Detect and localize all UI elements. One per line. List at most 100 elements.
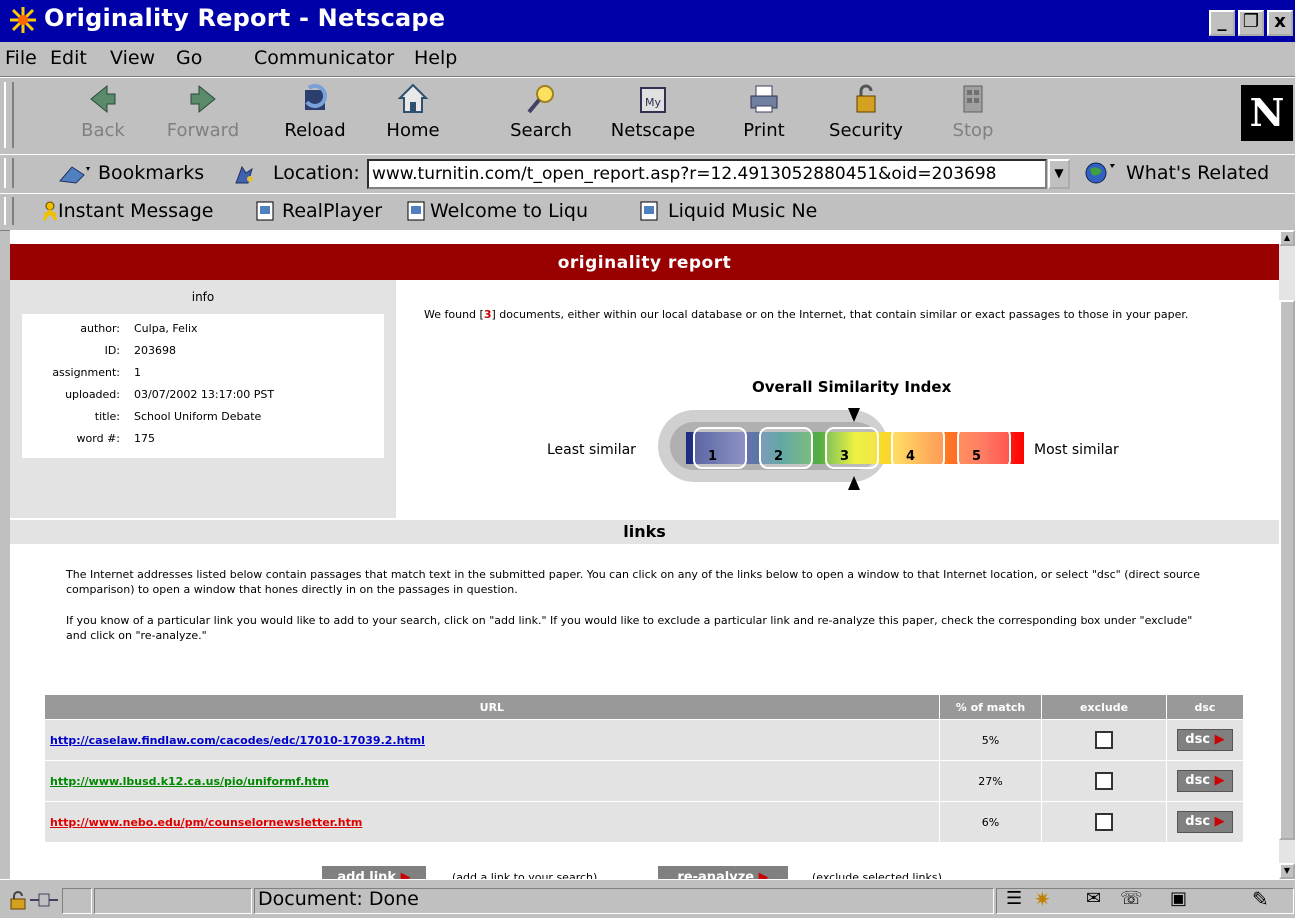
similarity-level-cell — [825, 427, 879, 469]
exclude-checkbox[interactable] — [1095, 772, 1114, 790]
exclude-checkbox[interactable] — [1095, 731, 1114, 749]
info-heading: info — [191, 290, 215, 304]
status-text: Document: Done — [258, 888, 419, 910]
menu-help[interactable]: Help — [414, 47, 457, 69]
location-dropdown-button[interactable]: ▼ — [1048, 159, 1070, 189]
exclude-checkbox[interactable] — [1095, 813, 1114, 831]
similarity-title: Overall Similarity Index — [752, 378, 952, 396]
info-row: word #: 175 — [22, 432, 384, 452]
online-connection-icon[interactable] — [30, 892, 58, 908]
dsc-button[interactable]: dsc ▶ — [1176, 770, 1233, 792]
personal-link-welcome-liquid[interactable]: Welcome to Liqu — [430, 200, 588, 222]
security-lock-icon[interactable] — [8, 890, 28, 910]
report-header: originality report — [10, 244, 1279, 280]
netscape-logo[interactable]: N — [1241, 85, 1293, 141]
reload-label: Reload — [284, 120, 346, 141]
info-row: ID: 203698 — [22, 344, 384, 364]
dsc-button[interactable]: dsc ▶ — [1176, 811, 1233, 833]
info-key: title: — [94, 410, 120, 423]
stop-label: Stop — [952, 120, 994, 141]
security-label: Security — [829, 120, 903, 141]
dsc-button-label: dsc — [1185, 773, 1211, 788]
my-netscape-button[interactable]: My Netscape — [610, 82, 696, 150]
bookmarks-button[interactable]: Bookmarks — [98, 162, 204, 184]
forward-button[interactable]: Forward — [160, 82, 246, 150]
maximize-button[interactable]: ❐ — [1238, 10, 1264, 36]
reload-icon — [305, 84, 327, 110]
info-box: author: Culpa, Felix ID: 203698 assignme… — [22, 314, 384, 458]
edit-pencil-icon[interactable]: ✎ — [1252, 887, 1269, 911]
personal-link-instant-message[interactable]: Instant Message — [58, 200, 213, 222]
back-button[interactable]: Back — [60, 82, 146, 150]
table-row: http://www.nebo.edu/pm/counselornewslett… — [44, 801, 1245, 843]
discussions-icon[interactable]: ☏ — [1120, 888, 1143, 909]
netscape-navigator-icon[interactable]: ✷ — [1034, 887, 1051, 911]
exclude-cell — [1041, 760, 1167, 802]
match-percent: 5% — [938, 719, 1043, 761]
whats-related-button[interactable]: What's Related — [1126, 162, 1269, 184]
source-link[interactable]: http://www.nebo.edu/pm/counselornewslett… — [50, 816, 362, 829]
scroll-down-button[interactable]: ▼ — [1279, 863, 1295, 879]
add-link-button[interactable]: add link ▶ — [322, 866, 426, 879]
play-arrow-icon: ▶ — [758, 870, 769, 879]
page-content: originality report info author: Culpa, F… — [10, 230, 1279, 879]
url-column-header: URL — [44, 694, 940, 720]
toolbar-grip[interactable] — [4, 197, 14, 225]
source-link[interactable]: http://caselaw.findlaw.com/cacodes/edc/1… — [50, 734, 425, 747]
toolbar-grip[interactable] — [4, 82, 14, 148]
menu-go[interactable]: Go — [176, 47, 202, 69]
menu-communicator[interactable]: Communicator — [254, 47, 394, 69]
home-button[interactable]: Home — [370, 82, 456, 150]
mail-icon[interactable]: ✉ — [1086, 888, 1101, 909]
search-button[interactable]: Search — [498, 82, 584, 150]
menu-file[interactable]: File — [5, 47, 37, 69]
close-button[interactable]: x — [1267, 10, 1293, 36]
page-proxy-icon[interactable] — [232, 163, 256, 185]
match-column-header: % of match — [938, 694, 1043, 720]
similarity-level-cells: 1 2 3 4 5 — [693, 427, 1011, 469]
toolbar-grip[interactable] — [4, 158, 14, 188]
navigator-icon[interactable]: ☰ — [1006, 888, 1022, 909]
exclude-cell — [1041, 801, 1167, 843]
menu-edit[interactable]: Edit — [50, 47, 87, 69]
vertical-scrollbar[interactable]: ▲ ▼ — [1279, 230, 1295, 879]
status-bar: Document: Done ☰ ✷ ✉ ☏ ▣ ✎ — [0, 879, 1295, 918]
menu-view[interactable]: View — [110, 47, 155, 69]
add-link-label: add link — [337, 870, 397, 879]
url-cell: http://www.lbusd.k12.ca.us/pio/uniformf.… — [44, 760, 940, 802]
reanalyze-label: re-analyze — [677, 870, 755, 879]
composer-icon[interactable]: ▣ — [1170, 888, 1187, 909]
stop-button[interactable]: Stop — [930, 82, 1016, 150]
my-netscape-icon: My — [640, 87, 666, 113]
dsc-button-label: dsc — [1185, 814, 1211, 829]
least-similar-label: Least similar — [547, 442, 636, 458]
play-arrow-icon: ▶ — [1214, 814, 1225, 829]
dsc-cell: dsc ▶ — [1165, 801, 1245, 843]
reload-button[interactable]: Reload — [272, 82, 358, 150]
home-label: Home — [386, 120, 440, 141]
scroll-thumb[interactable] — [1279, 300, 1295, 840]
bookmark-page-icon — [640, 201, 658, 221]
source-link[interactable]: http://www.lbusd.k12.ca.us/pio/uniformf.… — [50, 775, 329, 788]
dropdown-arrow-icon: ▼ — [1054, 166, 1064, 180]
scroll-up-button[interactable]: ▲ — [1279, 230, 1295, 246]
security-button[interactable]: Security — [823, 82, 909, 150]
minimize-button[interactable]: _ — [1209, 10, 1235, 36]
info-row: uploaded: 03/07/2002 13:17:00 PST — [22, 388, 384, 408]
print-label: Print — [743, 120, 785, 141]
similarity-level-label: 4 — [906, 449, 915, 464]
match-percent: 27% — [938, 760, 1043, 802]
info-key: word #: — [76, 432, 120, 445]
print-button[interactable]: Print — [721, 82, 807, 150]
window-title: Originality Report - Netscape — [44, 4, 446, 32]
netscape-app-icon[interactable] — [8, 5, 38, 35]
info-value: 1 — [134, 366, 141, 379]
dsc-button[interactable]: dsc ▶ — [1176, 729, 1233, 751]
personal-link-realplayer[interactable]: RealPlayer — [282, 200, 382, 222]
info-value: 175 — [134, 432, 155, 445]
similarity-level-cell — [957, 427, 1011, 469]
reanalyze-button[interactable]: re-analyze ▶ — [658, 866, 788, 879]
personal-link-liquid-music[interactable]: Liquid Music Ne — [668, 200, 817, 222]
location-input[interactable]: www.turnitin.com/t_open_report.asp?r=12.… — [367, 159, 1047, 189]
bookmark-page-icon — [256, 201, 274, 221]
